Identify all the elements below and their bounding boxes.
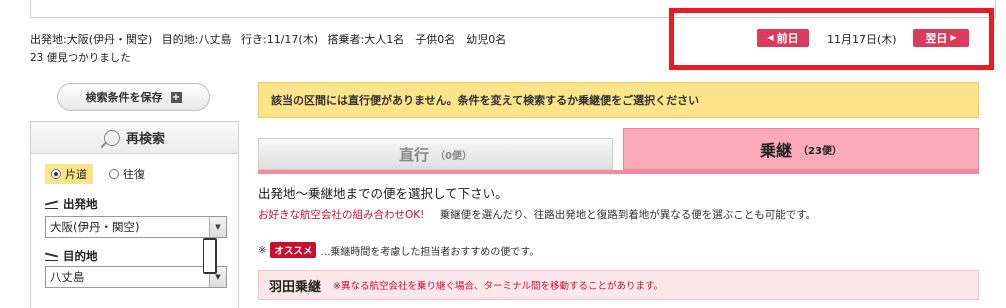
summary-destination: 目的地:八丈島	[161, 33, 232, 46]
tab-direct-label: 直行	[399, 145, 430, 164]
destination-label: 目的地	[45, 248, 98, 264]
tab-transfer[interactable]: 乗継 （23便）	[623, 128, 979, 170]
search-icon	[103, 129, 120, 146]
tab-direct[interactable]: 直行 （0便）	[258, 138, 613, 170]
legend-prefix: ※	[258, 244, 267, 256]
next-day-label: 翌日	[925, 32, 948, 45]
trip-oneway-label: 片道	[65, 168, 87, 181]
instruction-text: 出発地～乗継地までの便を選択して下さい。	[258, 186, 508, 201]
left-arrow-icon: ◀	[767, 33, 774, 42]
no-direct-notice: 該当の区間には直行便がありません。条件を変えて検索するか乗継便をご選択ください	[258, 82, 979, 118]
tab-transfer-count: （23便）	[798, 145, 842, 157]
destination-label-text: 目的地	[63, 249, 98, 263]
departure-plane-icon	[45, 199, 59, 209]
transfer-section-header: 羽田乗継 ※異なる航空会社を乗り継ぐ場合、ターミナル間を移動することがあります。	[258, 270, 979, 300]
summary-origin: 出発地:大阪(伊丹・関空)	[30, 33, 153, 46]
research-title: 再検索	[125, 132, 165, 147]
origin-label: 出発地	[45, 196, 98, 212]
prev-day-label: 前日	[776, 32, 799, 45]
summary-passengers: 搭乗者:大人1名 子供0名 幼児0名	[327, 33, 507, 46]
hint-row: お好きな航空会社の組み合わせOK! 乗継便を選んだり、往路出発地と復路到着地が異…	[258, 207, 816, 222]
destination-select-value: 八丈島	[50, 270, 85, 284]
radio-roundtrip[interactable]	[109, 169, 119, 179]
trip-roundtrip-option[interactable]: 往復	[103, 164, 151, 184]
result-count: 23 便見つかりました	[30, 52, 131, 64]
plus-icon: +	[170, 91, 182, 103]
origin-label-text: 出発地	[63, 197, 98, 211]
tab-underline	[258, 170, 979, 174]
swap-airports-button[interactable]	[203, 238, 217, 274]
save-search-button[interactable]: 検索条件を保存 +	[57, 83, 210, 111]
trip-oneway-option[interactable]: 片道	[45, 164, 93, 184]
hint-text: 乗継便を選んだり、往路出発地と復路到着地が異なる便を選ぶことも可能です。	[439, 209, 817, 221]
trip-roundtrip-label: 往復	[123, 168, 145, 181]
prev-day-button[interactable]: ◀ 前日	[757, 29, 809, 47]
right-arrow-icon: ▶	[950, 33, 957, 42]
radio-oneway[interactable]	[51, 169, 61, 179]
arrival-plane-icon	[45, 251, 59, 261]
legend-text: …乗継時間を考慮した担当者おすすめの便です。	[320, 246, 540, 258]
origin-select[interactable]: 大阪(伊丹・関空) ▼	[45, 216, 227, 238]
current-date: 11月17日(木)	[827, 33, 897, 46]
tab-direct-count: （0便）	[435, 150, 472, 162]
destination-select[interactable]: 八丈島 ▼	[45, 266, 227, 288]
next-day-button[interactable]: 翌日 ▶	[913, 29, 969, 47]
save-search-label: 検索条件を保存	[85, 91, 163, 104]
recommend-badge: オススメ	[270, 242, 317, 258]
date-nav: ◀ 前日 11月17日(木) 翌日 ▶	[757, 29, 969, 47]
tab-transfer-label: 乗継	[760, 141, 793, 160]
section-title: 羽田乗継	[269, 279, 322, 295]
trip-type-group: 片道 往復	[45, 164, 151, 184]
recommend-legend: ※ オススメ …乗継時間を考慮した担当者おすすめの便です。	[258, 242, 539, 258]
hint-red-text: お好きな航空会社の組み合わせOK!	[258, 209, 425, 221]
origin-select-value: 大阪(伊丹・関空)	[50, 220, 140, 234]
chevron-down-icon[interactable]: ▼	[209, 217, 226, 237]
section-note: ※異なる航空会社を乗り継ぐ場合、ターミナル間を移動することがあります。	[333, 281, 664, 292]
research-panel-header: 再検索	[31, 122, 238, 154]
summary-outbound: 行き:11/17(木)	[241, 33, 319, 46]
search-summary: 出発地:大阪(伊丹・関空) 目的地:八丈島 行き:11/17(木) 搭乗者:大人…	[30, 31, 512, 47]
research-panel: 再検索 片道 往復 出発地 大阪(伊丹・関空) ▼ 目的地 八丈島 ▼	[30, 121, 239, 308]
